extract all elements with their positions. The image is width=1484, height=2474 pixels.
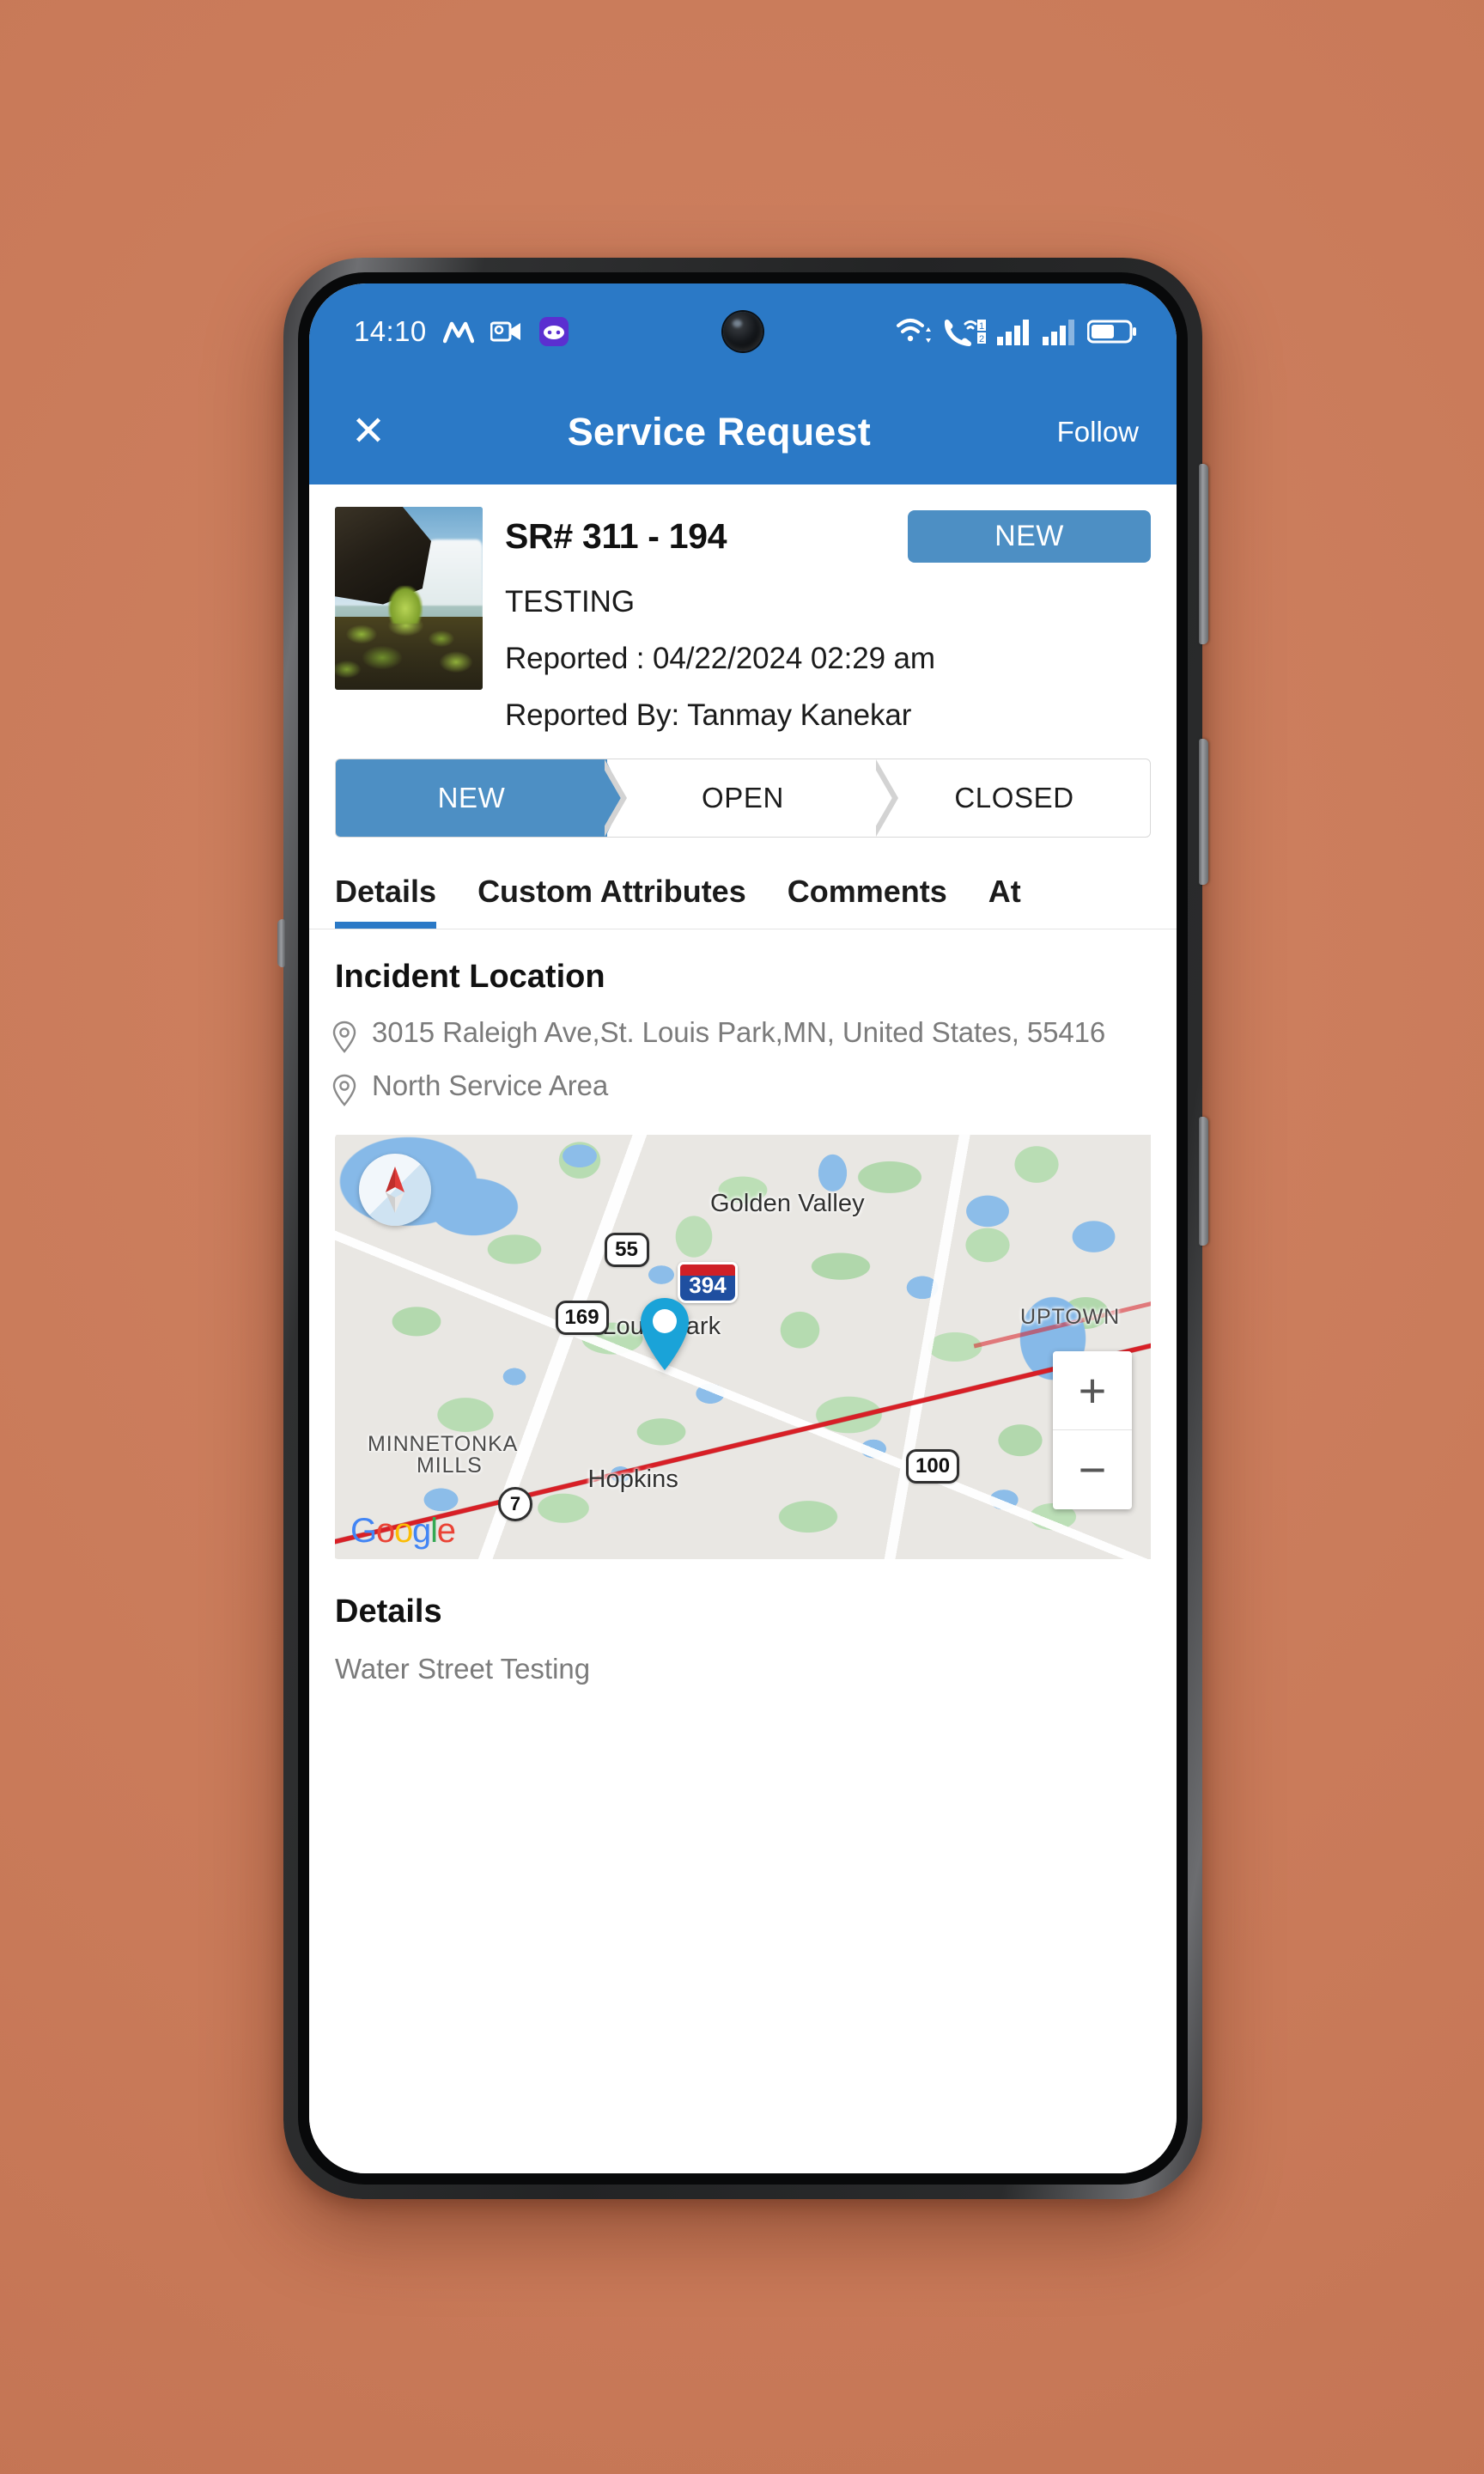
map-label-mills: MILLS (417, 1453, 483, 1478)
service-request-reported-by: Reported By: Tanmay Kanekar (505, 698, 912, 732)
svg-text:2: 2 (979, 334, 984, 344)
stepper-step-closed-label: CLOSED (954, 782, 1074, 813)
service-request-reported-date: Reported : 04/22/2024 02:29 am (505, 642, 935, 675)
service-area-pin-icon (331, 1074, 357, 1111)
follow-button[interactable]: Follow (1052, 407, 1144, 457)
game-controller-icon (538, 317, 569, 346)
front-camera-punch-hole (723, 312, 763, 351)
map-label-hopkins: Hopkins (587, 1466, 678, 1494)
status-stepper: NEW OPEN CLOSED (335, 759, 1151, 838)
status-badge: NEW (908, 510, 1151, 563)
stepper-step-closed[interactable]: CLOSED (879, 759, 1150, 837)
service-request-type: TESTING (505, 585, 635, 618)
main-content: SR# 311 - 194 NEW TESTING Reported : 04/… (309, 484, 1177, 2173)
map-label-golden-valley: Golden Valley (710, 1190, 865, 1218)
stepper-step-new-label: NEW (437, 782, 506, 813)
incident-location-pin[interactable] (637, 1296, 692, 1372)
thumbnail-mossy-rocks (335, 616, 483, 690)
thumbnail-shrub (387, 586, 423, 625)
mobius-app-icon (442, 319, 474, 344)
status-bar-left: 14:10 (354, 315, 569, 348)
volume-down-button[interactable] (1199, 1117, 1208, 1246)
map-route-shield-100: 100 (906, 1448, 960, 1484)
power-button[interactable] (1199, 464, 1208, 644)
stepper-arrow-2 (876, 759, 898, 837)
signal-bars-sim2-icon (1042, 318, 1078, 345)
incident-address: 3015 Raleigh Ave,St. Louis Park,MN, Unit… (372, 1016, 1106, 1048)
service-request-info: SR# 311 - 194 NEW TESTING Reported : 04/… (505, 507, 1151, 733)
phone-device: 14:10 1 2 ✕ Service Request Follow SR# 3… (277, 258, 1208, 2199)
battery-icon (1087, 319, 1137, 344)
status-bar-clock: 14:10 (354, 315, 427, 347)
location-pin-icon (331, 1021, 357, 1057)
service-request-number-row: SR# 311 - 194 NEW (505, 510, 1151, 563)
status-bar-right: 1 2 (895, 317, 1137, 346)
map-route-shield-169: 169 (555, 1300, 609, 1335)
map-route-shield-7: 7 (498, 1487, 532, 1522)
stepper-step-open[interactable]: OPEN (607, 759, 879, 837)
service-area: North Service Area (372, 1069, 609, 1101)
map-compass[interactable] (359, 1154, 431, 1226)
left-side-button[interactable] (277, 919, 285, 967)
incident-address-row: 3015 Raleigh Ave,St. Louis Park,MN, Unit… (309, 996, 1177, 1057)
tab-custom-attributes[interactable]: Custom Attributes (477, 867, 746, 929)
tab-details[interactable]: Details (335, 867, 437, 929)
service-request-number: SR# 311 - 194 (505, 516, 727, 556)
google-logo: Google (350, 1512, 456, 1550)
wifi-icon (895, 317, 933, 346)
stepper-arrow-1 (605, 759, 627, 837)
vowifi-dual-sim-icon: 1 2 (942, 317, 987, 346)
incident-location-title: Incident Location (335, 959, 605, 995)
service-area-row: North Service Area (309, 1057, 1177, 1111)
volume-up-button[interactable] (1199, 739, 1208, 885)
stepper-step-new[interactable]: NEW (336, 759, 607, 837)
signal-bars-sim1-icon (996, 318, 1032, 345)
outlook-meeting-icon (490, 319, 523, 344)
phone-screen: 14:10 1 2 ✕ Service Request Follow SR# 3… (309, 283, 1177, 2173)
stepper-step-open-label: OPEN (702, 782, 784, 813)
svg-text:1: 1 (979, 321, 984, 332)
map-route-shield-55: 55 (604, 1232, 649, 1267)
status-bar: 14:10 1 2 (309, 283, 1177, 380)
map-zoom-out-button[interactable]: − (1053, 1430, 1132, 1509)
app-bar: ✕ Service Request Follow (309, 380, 1177, 484)
map-label-uptown: UPTOWN (1020, 1304, 1121, 1329)
phone-bezel: 14:10 1 2 ✕ Service Request Follow SR# 3… (298, 272, 1188, 2185)
service-request-header: SR# 311 - 194 NEW TESTING Reported : 04/… (309, 484, 1177, 733)
tab-bar[interactable]: Details Custom Attributes Comments At (309, 867, 1177, 929)
service-request-thumbnail[interactable] (335, 507, 483, 690)
incident-location-map[interactable]: Golden Valley St Louis Park UPTOWN MINNE… (335, 1135, 1151, 1559)
page-title: Service Request (567, 410, 871, 454)
map-zoom-in-button[interactable]: + (1053, 1351, 1132, 1430)
tab-comments[interactable]: Comments (788, 867, 947, 929)
tab-attachments[interactable]: At (988, 867, 1021, 929)
map-zoom-controls[interactable]: + − (1053, 1351, 1132, 1509)
details-section-body: Water Street Testing (335, 1653, 591, 1685)
details-section-title: Details (335, 1593, 442, 1630)
